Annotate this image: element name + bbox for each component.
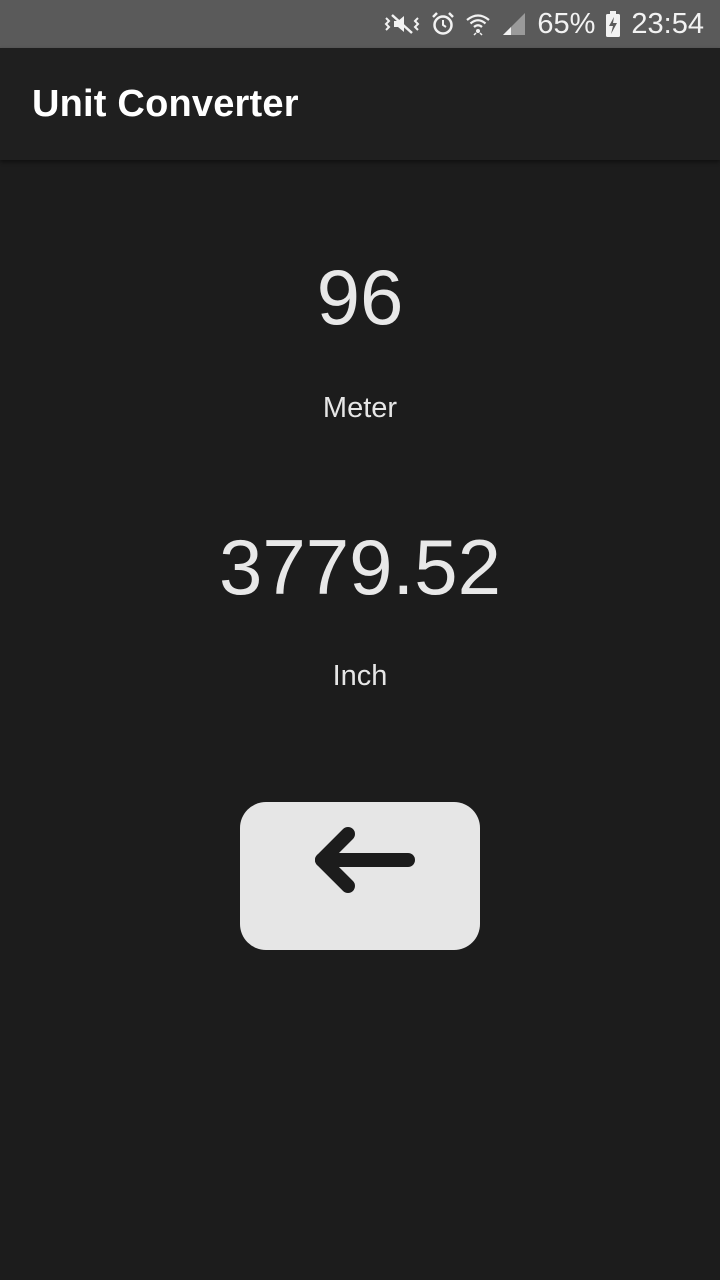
status-bar: 65% 23:54 <box>0 0 720 48</box>
clock: 23:54 <box>631 8 704 40</box>
battery-percent: 65% <box>537 8 596 40</box>
page-title: Unit Converter <box>32 82 299 125</box>
arrow-left-icon <box>300 824 420 929</box>
signal-icon <box>501 11 527 37</box>
app-bar: Unit Converter <box>0 48 720 160</box>
converter-panel: 96 Meter 3779.52 Inch <box>0 160 720 1280</box>
from-unit[interactable]: Meter <box>0 388 720 428</box>
wifi-icon <box>465 11 491 37</box>
to-value: 3779.52 <box>219 523 501 611</box>
battery-charging-icon <box>605 10 621 38</box>
back-button[interactable] <box>240 802 480 950</box>
mute-vibrate-icon <box>383 11 421 37</box>
from-value[interactable]: 96 <box>0 252 720 342</box>
alarm-icon <box>431 11 455 37</box>
to-unit[interactable]: Inch <box>0 656 720 696</box>
